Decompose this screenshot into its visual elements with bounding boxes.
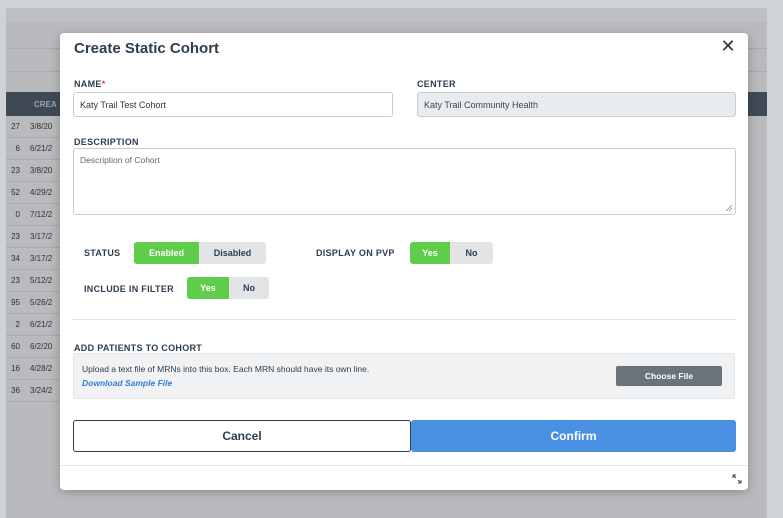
background-cell-date: 3/17/2 [30,254,53,263]
confirm-button[interactable]: Confirm [411,420,736,452]
display-on-pvp-label: DISPLAY ON PVP [316,248,395,258]
background-cell-id: 52 [11,188,20,197]
description-label: DESCRIPTION [74,137,139,147]
background-cell-date: 4/28/2 [30,364,53,373]
background-table-row: 52 4/29/2 [6,182,66,204]
background-cell-id: 34 [11,254,20,263]
background-table: CREA 27 3/8/20 6 6/21/2 23 3/8/20 52 4/29/2 0 7/1… [6,92,66,402]
background-cell-id: 6 [15,144,20,153]
background-cell-id: 2 [15,320,20,329]
background-cell-id: 60 [11,342,20,351]
background-cell-date: 3/24/2 [30,386,53,395]
cancel-button[interactable]: Cancel [73,420,411,452]
background-cell-date: 4/29/2 [30,188,53,197]
include-in-filter-label: INCLUDE IN FILTER [84,284,174,294]
background-table-row: 60 6/2/20 [6,336,66,358]
background-cell-id: 23 [11,166,20,175]
background-table-row: 23 5/12/2 [6,270,66,292]
background-table-header: CREA [6,92,66,116]
description-textarea[interactable]: Description of Cohort [73,148,736,215]
required-mark: * [101,79,106,89]
name-input-value: Katy Trail Test Cohort [80,99,166,110]
background-cell-id: 16 [11,364,20,373]
background-cell-id: 0 [15,210,20,219]
section-divider [72,319,736,320]
background-cell-id: 95 [11,298,20,307]
background-cell-date: 6/2/20 [30,342,53,351]
name-input[interactable]: Katy Trail Test Cohort [73,92,393,117]
name-label-text: NAME [74,79,102,89]
background-cell-id: 36 [11,386,20,395]
include-in-filter-no-option[interactable]: No [229,277,269,299]
file-upload-area[interactable]: Upload a text file of MRNs into this box… [73,353,735,399]
status-label: STATUS [84,248,121,258]
modal-title: Create Static Cohort [74,40,220,57]
status-toggle: Enabled Disabled [134,242,266,264]
status-disabled-option[interactable]: Disabled [199,242,266,264]
name-label: NAME* [74,79,106,89]
close-icon[interactable]: ✕ [720,38,736,56]
center-field: Katy Trail Community Health [417,92,736,117]
background-table-row: 16 4/28/2 [6,358,66,380]
background-table-row: 34 3/17/2 [6,248,66,270]
display-on-pvp-yes-option[interactable]: Yes [410,242,450,264]
background-table-row: 6 6/21/2 [6,138,66,160]
resize-handle-icon[interactable] [732,474,742,484]
background-cell-date: 5/26/2 [30,298,53,307]
footer-divider [60,465,748,466]
background-table-row: 27 3/8/20 [6,116,66,138]
status-enabled-option[interactable]: Enabled [134,242,199,264]
display-on-pvp-no-option[interactable]: No [450,242,493,264]
background-cell-date: 5/12/2 [30,276,53,285]
background-table-row: 95 5/26/2 [6,292,66,314]
textarea-resize-icon[interactable] [725,204,733,212]
include-in-filter-toggle: Yes No [187,277,269,299]
create-static-cohort-modal: Create Static Cohort ✕ NAME* Katy Trail … [60,33,748,490]
background-table-row: 2 6/21/2 [6,314,66,336]
upload-instructions: Upload a text file of MRNs into this box… [82,364,370,374]
background-table-row: 0 7/12/2 [6,204,66,226]
background-cell-date: 6/21/2 [30,320,53,329]
background-cell-id: 23 [11,232,20,241]
background-table-row: 23 3/8/20 [6,160,66,182]
background-cell-id: 23 [11,276,20,285]
background-cell-date: 3/8/20 [30,166,53,175]
background-cell-date: 7/12/2 [30,210,53,219]
description-placeholder: Description of Cohort [80,155,160,165]
display-on-pvp-toggle: Yes No [410,242,493,264]
background-cell-date: 6/21/2 [30,144,53,153]
include-in-filter-yes-option[interactable]: Yes [187,277,229,299]
column-header-created: CREA [34,99,57,109]
background-cell-date: 3/8/20 [30,122,53,131]
background-table-row: 36 3/24/2 [6,380,66,402]
background-cell-id: 27 [11,122,20,131]
center-label: CENTER [417,79,456,89]
download-sample-link[interactable]: Download Sample File [82,378,172,388]
add-patients-label: ADD PATIENTS TO COHORT [74,343,203,353]
background-toolbar [6,8,767,22]
choose-file-button[interactable]: Choose File [616,366,722,386]
background-table-row: 23 3/17/2 [6,226,66,248]
center-field-value: Katy Trail Community Health [424,99,539,110]
background-cell-date: 3/17/2 [30,232,53,241]
